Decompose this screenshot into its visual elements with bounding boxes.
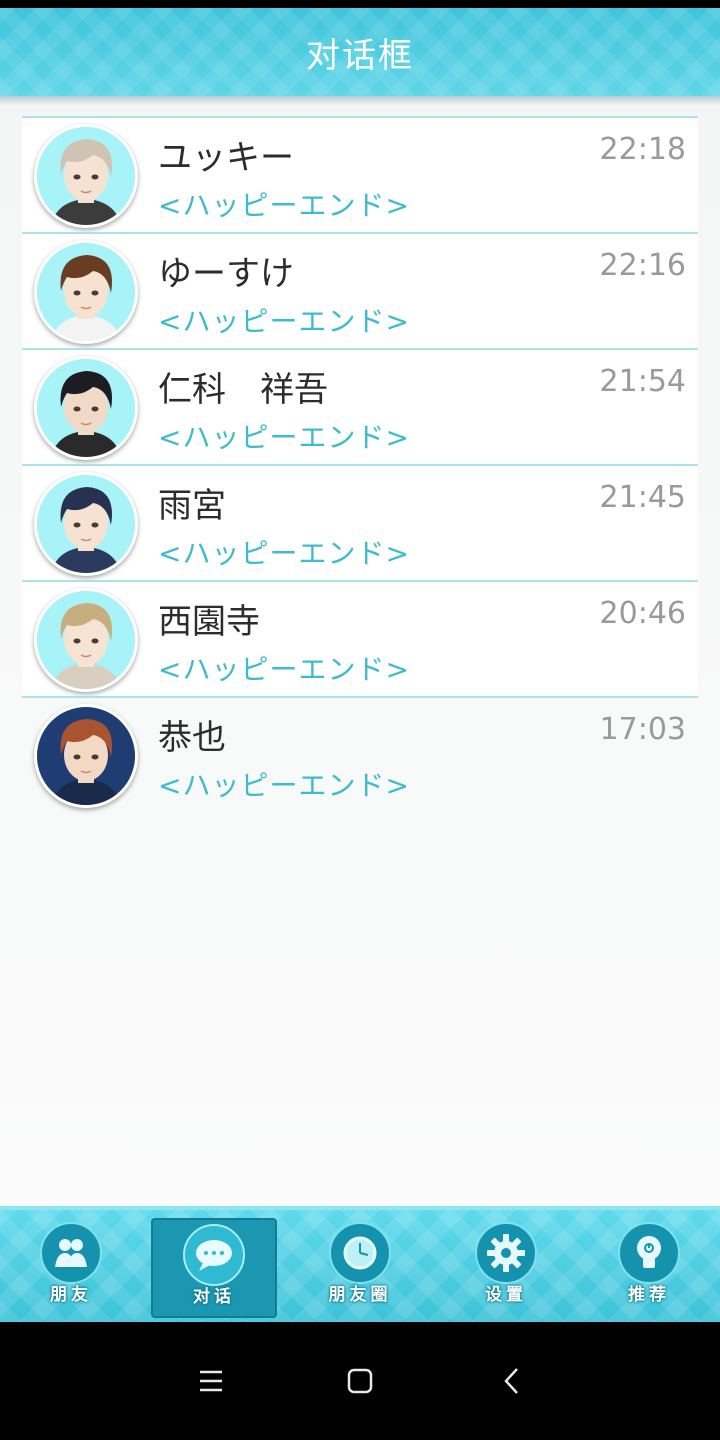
- lightbulb-icon: [618, 1222, 680, 1284]
- avatar: [34, 240, 138, 344]
- tab-moments[interactable]: 朋友圈: [297, 1218, 423, 1318]
- message-time: 17:03: [599, 712, 686, 747]
- avatar-portrait: [37, 359, 135, 457]
- gear-icon: [475, 1222, 537, 1284]
- clock-icon: [329, 1222, 391, 1284]
- last-message: <ハッピーエンド>: [158, 653, 410, 686]
- chat-row[interactable]: 西園寺 20:46 <ハッピーエンド>: [22, 580, 698, 696]
- menu-icon[interactable]: [191, 1366, 231, 1396]
- avatar: [34, 472, 138, 576]
- tab-label: 设置: [485, 1285, 527, 1305]
- contact-name: 西園寺: [158, 602, 260, 642]
- bottom-tab-bar: 朋友 对话 朋友圈 设置 推荐: [0, 1206, 720, 1322]
- tab-settings[interactable]: 设置: [443, 1218, 569, 1318]
- tab-friends[interactable]: 朋友: [8, 1218, 134, 1318]
- chat-row[interactable]: 恭也 17:03 <ハッピーエンド>: [22, 696, 698, 812]
- page-title: 对话框: [306, 35, 414, 76]
- message-time: 20:46: [599, 596, 686, 631]
- status-bar: [0, 0, 720, 8]
- chat-bubble-icon: [183, 1224, 245, 1286]
- tab-label: 对话: [193, 1287, 235, 1307]
- contact-name: 雨宮: [158, 486, 226, 526]
- app-header: 对话框: [0, 8, 720, 96]
- chat-list-area: ユッキー 22:18 <ハッピーエンド> ゆーすけ 22:16 <ハッピーエンド…: [0, 106, 720, 1206]
- last-message: <ハッピーエンド>: [158, 421, 410, 454]
- avatar-portrait: [37, 243, 135, 341]
- last-message: <ハッピーエンド>: [158, 305, 410, 338]
- contact-name: 仁科 祥吾: [158, 370, 328, 410]
- chat-list: ユッキー 22:18 <ハッピーエンド> ゆーすけ 22:16 <ハッピーエンド…: [22, 116, 698, 812]
- avatar-portrait: [37, 591, 135, 689]
- contact-name: ゆーすけ: [158, 254, 294, 294]
- contact-name: ユッキー: [158, 138, 294, 178]
- back-icon[interactable]: [492, 1366, 532, 1396]
- avatar: [34, 124, 138, 228]
- friends-icon: [40, 1222, 102, 1284]
- avatar-portrait: [37, 127, 135, 225]
- avatar-portrait: [37, 707, 135, 805]
- last-message: <ハッピーエンド>: [158, 189, 410, 222]
- tab-recommend[interactable]: 推荐: [586, 1218, 712, 1318]
- tab-label: 推荐: [628, 1285, 670, 1305]
- header-shadow: [0, 96, 720, 106]
- message-time: 21:45: [599, 480, 686, 515]
- contact-name: 恭也: [158, 718, 226, 758]
- home-icon[interactable]: [340, 1366, 380, 1396]
- chat-row[interactable]: ゆーすけ 22:16 <ハッピーエンド>: [22, 232, 698, 348]
- avatar: [34, 704, 138, 808]
- message-time: 21:54: [599, 364, 686, 399]
- avatar: [34, 588, 138, 692]
- message-time: 22:18: [599, 132, 686, 167]
- tab-chat[interactable]: 对话: [151, 1218, 277, 1318]
- chat-row[interactable]: ユッキー 22:18 <ハッピーエンド>: [22, 116, 698, 232]
- avatar-portrait: [37, 475, 135, 573]
- avatar: [34, 356, 138, 460]
- last-message: <ハッピーエンド>: [158, 769, 410, 802]
- chat-row[interactable]: 雨宮 21:45 <ハッピーエンド>: [22, 464, 698, 580]
- tab-label: 朋友圈: [328, 1285, 392, 1305]
- chat-row[interactable]: 仁科 祥吾 21:54 <ハッピーエンド>: [22, 348, 698, 464]
- message-time: 22:16: [599, 248, 686, 283]
- system-nav-bar: [0, 1322, 720, 1440]
- last-message: <ハッピーエンド>: [158, 537, 410, 570]
- tab-label: 朋友: [50, 1285, 92, 1305]
